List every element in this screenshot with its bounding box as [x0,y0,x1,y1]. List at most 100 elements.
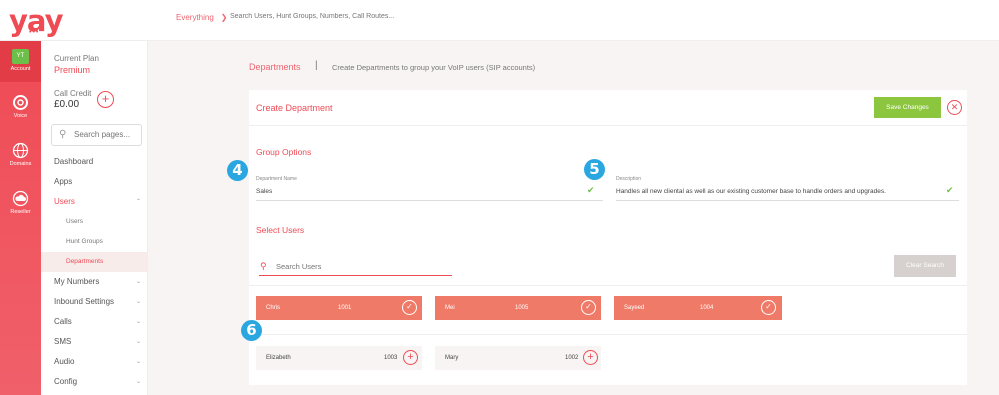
sidebar-item-label: Users [66,218,83,225]
clear-search-button[interactable]: Clear Search [894,255,956,277]
page-search-input[interactable] [74,130,139,139]
sidebar-item-sms[interactable]: SMS ⌄ [41,332,148,352]
page-description: Create Departments to group your VoIP us… [332,63,536,72]
user-extension: 1004 [700,305,714,311]
description-label: Description [616,176,642,182]
voice-icon [13,95,28,110]
check-circle-icon: ✓ [402,300,417,315]
current-plan-value: Premium [54,65,91,75]
sidebar-subitem-hunt-groups[interactable]: Hunt Groups [41,232,148,252]
user-name: Elizabeth [266,355,291,361]
description-field[interactable]: Handles all new cliental as well as our … [616,188,886,195]
rail-label-account: Account [10,66,31,72]
sidebar-item-users[interactable]: Users ⌃ [41,192,148,212]
cloud-icon [12,190,29,207]
account-avatar: YT [12,49,29,64]
call-credit-value: £0.00 [54,99,80,110]
sidebar-item-label: Apps [54,177,73,186]
department-name-label: Department Name [256,176,297,182]
user-name: Mary [445,355,459,361]
create-department-card: Create Department Save Changes ✕ Group O… [249,90,967,385]
divider [249,334,967,335]
save-changes-button[interactable]: Save Changes [874,97,941,118]
sidebar-item-label: Hunt Groups [66,238,103,245]
user-name: Chris [266,305,281,311]
chevron-up-icon: ⌃ [135,199,141,205]
card-title: Create Department [256,103,333,113]
user-name: Mei [445,305,455,311]
sidebar-item-label: My Numbers [54,277,100,286]
app-rail: YT Account Voice Domains Reseller [0,41,41,395]
globe-icon [12,142,29,159]
sidebar-item-apps[interactable]: Apps [41,172,148,192]
current-plan-label: Current Plan [54,54,99,63]
sidebar-item-calls[interactable]: Calls ⌄ [41,312,148,332]
call-credit-label: Call Credit [54,89,92,98]
rail-label-domains: Domains [9,161,32,167]
user-extension: 1005 [515,305,529,311]
search-icon: ⚲ [59,129,67,140]
add-credit-button[interactable]: + [97,91,114,108]
sidebar-item-label: Config [54,377,78,386]
chevron-down-icon: ❯ [220,13,228,22]
available-user-chip[interactable]: Elizabeth 1003 + [256,346,422,370]
rail-item-reseller[interactable]: Reseller [0,190,41,215]
rail-item-domains[interactable]: Domains [0,142,41,167]
divider [249,285,967,286]
breadcrumb-separator: | [315,60,318,71]
selected-user-chip[interactable]: Chris 1001 ✓ [256,296,422,320]
top-bar: yay ••• Everything ❯ [0,0,999,41]
search-scope-select[interactable]: Everything ❯ [176,13,228,22]
field-underline [616,200,959,201]
search-icon: ⚲ [260,261,267,271]
step-marker-6: 6 [241,320,262,341]
sidebar-item-label: Audio [54,357,75,366]
selected-user-chip[interactable]: Sayeed 1004 ✓ [614,296,782,320]
chevron-down-icon: ⌄ [135,279,141,285]
add-user-icon[interactable]: + [403,350,418,365]
sidebar-item-label: Departments [66,258,104,265]
divider [249,125,967,126]
user-extension: 1001 [338,305,352,311]
add-user-icon[interactable]: + [583,350,598,365]
user-search-input[interactable] [276,262,446,271]
sidebar-subitem-departments[interactable]: Departments [41,252,148,272]
user-extension: 1003 [384,355,398,361]
step-marker-4: 4 [227,160,248,181]
user-search[interactable]: ⚲ [259,257,452,276]
sidebar-item-inbound-settings[interactable]: Inbound Settings ⌄ [41,292,148,312]
rail-item-voice[interactable]: Voice [0,94,41,119]
sidebar-item-label: Users [54,197,75,206]
chevron-down-icon: ⌄ [135,299,141,305]
available-user-chip[interactable]: Mary 1002 + [435,346,601,370]
breadcrumb[interactable]: Departments [249,62,301,72]
sidebar-subitem-users[interactable]: Users [41,212,148,232]
chevron-down-icon: ⌄ [135,319,141,325]
search-scope-label: Everything [176,13,214,22]
check-icon: ✔ [946,185,954,195]
global-search-input[interactable] [230,13,590,20]
department-name-field[interactable]: Sales [256,188,272,195]
check-circle-icon: ✓ [581,300,596,315]
sidebar-item-label: Dashboard [54,157,94,166]
step-marker-5: 5 [584,159,605,180]
rail-label-voice: Voice [13,113,28,119]
sidebar-item-label: Calls [54,317,72,326]
field-underline [256,200,603,201]
rail-item-account[interactable]: YT Account [0,41,41,82]
rail-label-reseller: Reseller [10,209,31,215]
sidebar-item-config[interactable]: Config ⌄ [41,372,148,392]
user-name: Sayeed [624,305,645,311]
page-search[interactable]: ⚲ [51,124,142,146]
sidebar-item-my-numbers[interactable]: My Numbers ⌄ [41,272,148,292]
sidebar-item-audio[interactable]: Audio ⌄ [41,352,148,372]
sidebar-item-dashboard[interactable]: Dashboard [41,152,148,172]
chevron-down-icon: ⌄ [135,379,141,385]
sidebar: Current Plan Premium Call Credit £0.00 +… [41,41,148,395]
close-icon[interactable]: ✕ [947,100,962,115]
sidebar-item-label: SMS [54,337,72,346]
selected-user-chip[interactable]: Mei 1005 ✓ [435,296,601,320]
chevron-down-icon: ⌄ [135,359,141,365]
logo-dots: ••• [29,29,40,36]
group-options-title: Group Options [256,147,312,157]
